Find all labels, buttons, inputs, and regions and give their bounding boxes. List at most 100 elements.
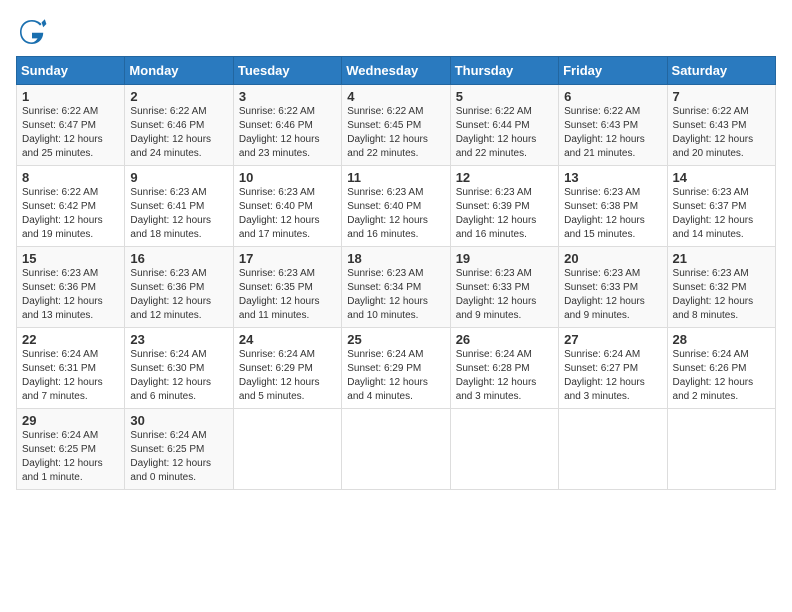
day-info: Sunrise: 6:23 AM Sunset: 6:34 PM Dayligh…: [347, 267, 444, 323]
calendar-cell: 20 Sunrise: 6:23 AM Sunset: 6:33 PM Dayl…: [559, 247, 667, 328]
calendar-cell: 23 Sunrise: 6:24 AM Sunset: 6:30 PM Dayl…: [125, 328, 233, 409]
logo: [16, 16, 52, 48]
day-info: Sunrise: 6:23 AM Sunset: 6:39 PM Dayligh…: [456, 186, 553, 242]
day-info: Sunrise: 6:23 AM Sunset: 6:33 PM Dayligh…: [456, 267, 553, 323]
calendar-cell: 21 Sunrise: 6:23 AM Sunset: 6:32 PM Dayl…: [667, 247, 775, 328]
day-number: 16: [130, 251, 227, 266]
calendar-cell: [667, 409, 775, 490]
day-number: 17: [239, 251, 336, 266]
day-info: Sunrise: 6:24 AM Sunset: 6:30 PM Dayligh…: [130, 348, 227, 404]
day-header-friday: Friday: [559, 57, 667, 85]
day-number: 5: [456, 89, 553, 104]
day-number: 6: [564, 89, 661, 104]
calendar-cell: 11 Sunrise: 6:23 AM Sunset: 6:40 PM Dayl…: [342, 166, 450, 247]
calendar-cell: 30 Sunrise: 6:24 AM Sunset: 6:25 PM Dayl…: [125, 409, 233, 490]
day-info: Sunrise: 6:24 AM Sunset: 6:29 PM Dayligh…: [347, 348, 444, 404]
day-info: Sunrise: 6:22 AM Sunset: 6:47 PM Dayligh…: [22, 105, 119, 161]
day-info: Sunrise: 6:22 AM Sunset: 6:44 PM Dayligh…: [456, 105, 553, 161]
day-number: 14: [673, 170, 770, 185]
day-number: 9: [130, 170, 227, 185]
day-number: 30: [130, 413, 227, 428]
calendar-cell: 13 Sunrise: 6:23 AM Sunset: 6:38 PM Dayl…: [559, 166, 667, 247]
day-info: Sunrise: 6:24 AM Sunset: 6:25 PM Dayligh…: [22, 429, 119, 485]
day-info: Sunrise: 6:24 AM Sunset: 6:26 PM Dayligh…: [673, 348, 770, 404]
day-info: Sunrise: 6:22 AM Sunset: 6:43 PM Dayligh…: [564, 105, 661, 161]
day-header-sunday: Sunday: [17, 57, 125, 85]
calendar-cell: 6 Sunrise: 6:22 AM Sunset: 6:43 PM Dayli…: [559, 85, 667, 166]
day-number: 19: [456, 251, 553, 266]
day-info: Sunrise: 6:22 AM Sunset: 6:42 PM Dayligh…: [22, 186, 119, 242]
calendar-cell: 25 Sunrise: 6:24 AM Sunset: 6:29 PM Dayl…: [342, 328, 450, 409]
day-number: 24: [239, 332, 336, 347]
day-info: Sunrise: 6:23 AM Sunset: 6:40 PM Dayligh…: [239, 186, 336, 242]
page-header: [16, 16, 776, 48]
calendar-cell: [559, 409, 667, 490]
day-number: 15: [22, 251, 119, 266]
day-number: 3: [239, 89, 336, 104]
day-info: Sunrise: 6:23 AM Sunset: 6:41 PM Dayligh…: [130, 186, 227, 242]
day-number: 22: [22, 332, 119, 347]
day-info: Sunrise: 6:24 AM Sunset: 6:29 PM Dayligh…: [239, 348, 336, 404]
day-header-tuesday: Tuesday: [233, 57, 341, 85]
calendar-cell: 22 Sunrise: 6:24 AM Sunset: 6:31 PM Dayl…: [17, 328, 125, 409]
calendar-cell: 9 Sunrise: 6:23 AM Sunset: 6:41 PM Dayli…: [125, 166, 233, 247]
calendar-cell: 15 Sunrise: 6:23 AM Sunset: 6:36 PM Dayl…: [17, 247, 125, 328]
calendar-cell: 4 Sunrise: 6:22 AM Sunset: 6:45 PM Dayli…: [342, 85, 450, 166]
day-info: Sunrise: 6:24 AM Sunset: 6:31 PM Dayligh…: [22, 348, 119, 404]
calendar-cell: 27 Sunrise: 6:24 AM Sunset: 6:27 PM Dayl…: [559, 328, 667, 409]
day-info: Sunrise: 6:23 AM Sunset: 6:32 PM Dayligh…: [673, 267, 770, 323]
day-header-wednesday: Wednesday: [342, 57, 450, 85]
day-header-saturday: Saturday: [667, 57, 775, 85]
day-info: Sunrise: 6:23 AM Sunset: 6:37 PM Dayligh…: [673, 186, 770, 242]
calendar-cell: 8 Sunrise: 6:22 AM Sunset: 6:42 PM Dayli…: [17, 166, 125, 247]
calendar-cell: 16 Sunrise: 6:23 AM Sunset: 6:36 PM Dayl…: [125, 247, 233, 328]
calendar-cell: [450, 409, 558, 490]
calendar-cell: 3 Sunrise: 6:22 AM Sunset: 6:46 PM Dayli…: [233, 85, 341, 166]
day-number: 26: [456, 332, 553, 347]
calendar-week-4: 22 Sunrise: 6:24 AM Sunset: 6:31 PM Dayl…: [17, 328, 776, 409]
day-number: 25: [347, 332, 444, 347]
day-number: 1: [22, 89, 119, 104]
calendar-cell: 1 Sunrise: 6:22 AM Sunset: 6:47 PM Dayli…: [17, 85, 125, 166]
day-header-monday: Monday: [125, 57, 233, 85]
logo-icon: [16, 16, 48, 48]
day-number: 20: [564, 251, 661, 266]
calendar-cell: 29 Sunrise: 6:24 AM Sunset: 6:25 PM Dayl…: [17, 409, 125, 490]
day-number: 27: [564, 332, 661, 347]
day-number: 11: [347, 170, 444, 185]
day-info: Sunrise: 6:23 AM Sunset: 6:40 PM Dayligh…: [347, 186, 444, 242]
calendar-week-3: 15 Sunrise: 6:23 AM Sunset: 6:36 PM Dayl…: [17, 247, 776, 328]
day-info: Sunrise: 6:24 AM Sunset: 6:25 PM Dayligh…: [130, 429, 227, 485]
day-info: Sunrise: 6:24 AM Sunset: 6:28 PM Dayligh…: [456, 348, 553, 404]
calendar-week-5: 29 Sunrise: 6:24 AM Sunset: 6:25 PM Dayl…: [17, 409, 776, 490]
day-number: 12: [456, 170, 553, 185]
calendar-cell: 5 Sunrise: 6:22 AM Sunset: 6:44 PM Dayli…: [450, 85, 558, 166]
calendar-cell: 17 Sunrise: 6:23 AM Sunset: 6:35 PM Dayl…: [233, 247, 341, 328]
day-number: 8: [22, 170, 119, 185]
day-info: Sunrise: 6:23 AM Sunset: 6:36 PM Dayligh…: [22, 267, 119, 323]
calendar-table: SundayMondayTuesdayWednesdayThursdayFrid…: [16, 56, 776, 490]
calendar-week-1: 1 Sunrise: 6:22 AM Sunset: 6:47 PM Dayli…: [17, 85, 776, 166]
day-info: Sunrise: 6:23 AM Sunset: 6:33 PM Dayligh…: [564, 267, 661, 323]
calendar-cell: [233, 409, 341, 490]
day-info: Sunrise: 6:22 AM Sunset: 6:43 PM Dayligh…: [673, 105, 770, 161]
calendar-header-row: SundayMondayTuesdayWednesdayThursdayFrid…: [17, 57, 776, 85]
calendar-cell: 18 Sunrise: 6:23 AM Sunset: 6:34 PM Dayl…: [342, 247, 450, 328]
calendar-cell: 28 Sunrise: 6:24 AM Sunset: 6:26 PM Dayl…: [667, 328, 775, 409]
day-info: Sunrise: 6:24 AM Sunset: 6:27 PM Dayligh…: [564, 348, 661, 404]
day-header-thursday: Thursday: [450, 57, 558, 85]
calendar-week-2: 8 Sunrise: 6:22 AM Sunset: 6:42 PM Dayli…: [17, 166, 776, 247]
day-number: 7: [673, 89, 770, 104]
calendar-cell: 26 Sunrise: 6:24 AM Sunset: 6:28 PM Dayl…: [450, 328, 558, 409]
day-number: 10: [239, 170, 336, 185]
day-info: Sunrise: 6:22 AM Sunset: 6:46 PM Dayligh…: [130, 105, 227, 161]
day-number: 18: [347, 251, 444, 266]
day-info: Sunrise: 6:22 AM Sunset: 6:46 PM Dayligh…: [239, 105, 336, 161]
calendar-cell: [342, 409, 450, 490]
day-info: Sunrise: 6:22 AM Sunset: 6:45 PM Dayligh…: [347, 105, 444, 161]
day-info: Sunrise: 6:23 AM Sunset: 6:36 PM Dayligh…: [130, 267, 227, 323]
day-number: 23: [130, 332, 227, 347]
day-number: 29: [22, 413, 119, 428]
day-info: Sunrise: 6:23 AM Sunset: 6:38 PM Dayligh…: [564, 186, 661, 242]
calendar-cell: 14 Sunrise: 6:23 AM Sunset: 6:37 PM Dayl…: [667, 166, 775, 247]
